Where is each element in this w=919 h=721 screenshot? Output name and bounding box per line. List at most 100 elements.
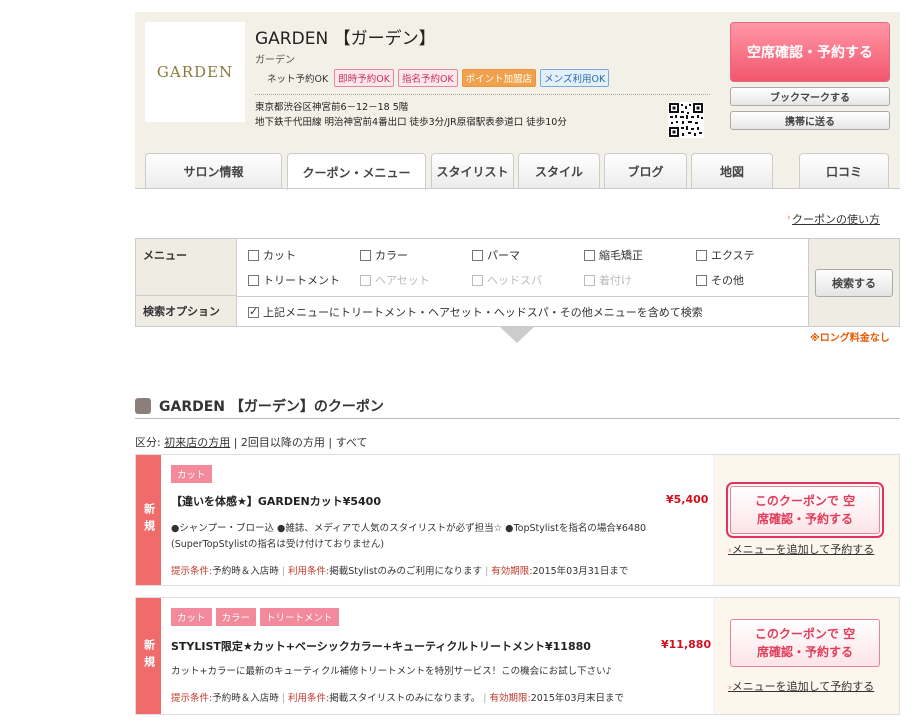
long-hair-fee-note: ※ロング料金なし (810, 333, 890, 344)
coupon-section-title: GARDEN 【ガーデン】のクーポン (135, 396, 384, 416)
checkbox-perm[interactable]: パーマ (472, 247, 520, 263)
tab-style[interactable]: スタイル (518, 153, 600, 188)
salon-access: 地下鉄千代田線 明治神宮前4番出口 徒歩3分/JR原宿駅表参道口 徒歩10分 (255, 117, 567, 128)
chevron-right-icon: › (787, 213, 791, 223)
checkbox-cut[interactable]: カット (248, 247, 296, 263)
tab-stylist[interactable]: スタイリスト (431, 153, 514, 188)
checkbox-box[interactable] (696, 249, 707, 261)
coupon-description: カット+カラーに最新のキューティクル補修トリートメントを特別サービス！この機会に… (171, 666, 612, 677)
tab-reviews[interactable]: 口コミ (799, 153, 889, 188)
bookmark-button[interactable]: ブックマークする (730, 87, 890, 106)
checkbox-label: ヘッドスパ (487, 274, 542, 287)
tag-points: ポイント加盟店 (461, 69, 537, 87)
coupon-price: ¥5,400 (666, 493, 709, 506)
search-button[interactable]: 検索する (815, 269, 893, 297)
coupon-reserve-button[interactable]: このクーポンで 空席確認・予約する (730, 619, 880, 667)
coupon-tag: カット (171, 465, 212, 483)
checkbox-box[interactable] (248, 274, 259, 286)
tab-coupon-menu[interactable]: クーポン・メニュー (287, 153, 426, 190)
coupon-tag: カラー (215, 608, 257, 626)
menu-label: メニュー (136, 239, 236, 296)
new-customer-badge: 新規 (136, 455, 161, 585)
add-menu-reserve-link[interactable]: ›メニューを追加して予約する (728, 678, 874, 694)
checkbox-box[interactable] (584, 249, 595, 261)
menu-search-panel: メニュー 検索オプション カット カラー パーマ 縮毛矯正 エクステ トリートメ… (135, 238, 900, 327)
expiry-label: 有効期限: (489, 693, 531, 704)
condition-label: 提示条件: (171, 693, 213, 704)
coupon-card: 新規 カット カラー トリートメント STYLIST限定★カット+ベーシックカラ… (135, 597, 900, 715)
coupon-conditions: 提示条件:予約時＆入店時 | 利用条件:掲載Stylistのみのご利用になります… (171, 566, 629, 577)
checkbox-hairset: ヘアセット (360, 272, 430, 288)
condition-value: 予約時＆入店時 (212, 566, 279, 577)
checkbox-kitsuke: 着付け (584, 272, 632, 288)
section-marker-icon (135, 398, 151, 414)
category-label: 区分: (135, 436, 161, 449)
salon-logo: GARDEN (145, 22, 245, 122)
checkbox-box (584, 274, 595, 286)
checkbox-label: カット (263, 249, 296, 262)
checkbox-label: 上記メニューにトリートメント・ヘアセット・ヘッドスパ・その他メニューを含めて検索 (263, 306, 703, 319)
coupon-reserve-button[interactable]: このクーポンで 空席確認・予約する (726, 482, 884, 538)
tag-mens: メンズ利用OK (540, 69, 610, 87)
checkbox-straightening[interactable]: 縮毛矯正 (584, 247, 643, 263)
coupon-tags: カット カラー トリートメント (171, 608, 339, 626)
checkbox-label: 着付け (599, 274, 632, 287)
checkbox-box (472, 274, 483, 286)
checkbox-box[interactable] (248, 249, 259, 261)
checkbox-other[interactable]: その他 (696, 272, 744, 288)
checkbox-extension[interactable]: エクステ (696, 247, 755, 263)
checkbox-box (360, 274, 371, 286)
checkbox-include-other-menus[interactable]: 上記メニューにトリートメント・ヘアセット・ヘッドスパ・その他メニューを含めて検索 (248, 304, 703, 320)
coupon-title: 【違いを体感★】GARDENカット¥5400 (171, 495, 381, 508)
coupon-tags: カット (171, 465, 212, 483)
condition-value: 予約時＆入店時 (212, 693, 279, 704)
coupon-tag: カット (171, 608, 212, 626)
send-to-mobile-button[interactable]: 携帯に送る (730, 111, 890, 130)
coupon-price: ¥11,880 (661, 638, 712, 651)
checkbox-treatment[interactable]: トリートメント (248, 272, 340, 288)
new-customer-badge: 新規 (136, 598, 161, 714)
checkbox-label: パーマ (487, 249, 520, 262)
divider (236, 296, 808, 297)
add-menu-reserve-link[interactable]: ›メニューを追加して予約する (728, 541, 874, 557)
coupon-howto-link[interactable]: クーポンの使い方 (792, 211, 880, 227)
coupon-title: STYLIST限定★カット+ベーシックカラー+キューティクルトリートメント¥11… (171, 640, 591, 653)
checkbox-box-checked[interactable] (248, 305, 259, 318)
search-option-label: 検索オプション (136, 296, 236, 326)
tag-instant-reservation: 即時予約OK (334, 69, 394, 87)
section-title-text: GARDEN 【ガーデン】のクーポン (159, 399, 384, 415)
checkbox-label: カラー (375, 249, 408, 262)
logo-text: GARDEN (156, 63, 234, 81)
reserve-button[interactable]: 空席確認・予約する (730, 22, 890, 82)
divider (255, 94, 710, 95)
coupon-card: 新規 カット 【違いを体感★】GARDENカット¥5400 ¥5,400 ●シャ… (135, 454, 900, 586)
checkbox-label: ヘアセット (375, 274, 430, 287)
expiry-label: 有効期限: (491, 566, 533, 577)
tag-net-reservation: ネット予約OK (267, 74, 329, 85)
tabs-baseline (135, 188, 900, 189)
salon-tags: ネット予約OK 即時予約OK 指名予約OK ポイント加盟店 メンズ利用OK (265, 69, 610, 87)
usage-value: 掲載Stylistのみのご利用になります (329, 566, 483, 577)
checkbox-box[interactable] (696, 274, 707, 286)
category-first-visit-link[interactable]: 初来店の方用 (164, 436, 230, 449)
checkbox-box[interactable] (472, 249, 483, 261)
tag-nomination: 指名予約OK (397, 69, 458, 87)
link-label: メニューを追加して予約する (731, 543, 875, 556)
arrow-down-icon (500, 327, 534, 343)
checkbox-label: 縮毛矯正 (599, 249, 643, 262)
button-label: このクーポンで 空席確認・予約する (754, 627, 856, 659)
tab-map[interactable]: 地図 (691, 153, 773, 188)
tab-salon-info[interactable]: サロン情報 (145, 153, 282, 188)
checkbox-box[interactable] (360, 249, 371, 261)
checkbox-label: トリートメント (263, 274, 340, 287)
tab-blog[interactable]: ブログ (604, 153, 687, 188)
qr-code-icon (668, 102, 704, 138)
button-label: このクーポンで 空席確認・予約する (754, 494, 856, 526)
expiry-value: 2015年03月31日まで (532, 566, 629, 577)
usage-label: 利用条件: (287, 566, 330, 577)
coupon-tag: トリートメント (260, 608, 339, 626)
category-other-links[interactable]: | 2回目以降の方用 | すべて (234, 436, 368, 449)
badge-text: 新規 (142, 503, 156, 537)
checkbox-color[interactable]: カラー (360, 247, 408, 263)
coupon-description: ●シャンプー・ブロー込 ●雑誌、メディアで人気のスタイリストが必ず担当☆ ●To… (171, 523, 647, 550)
